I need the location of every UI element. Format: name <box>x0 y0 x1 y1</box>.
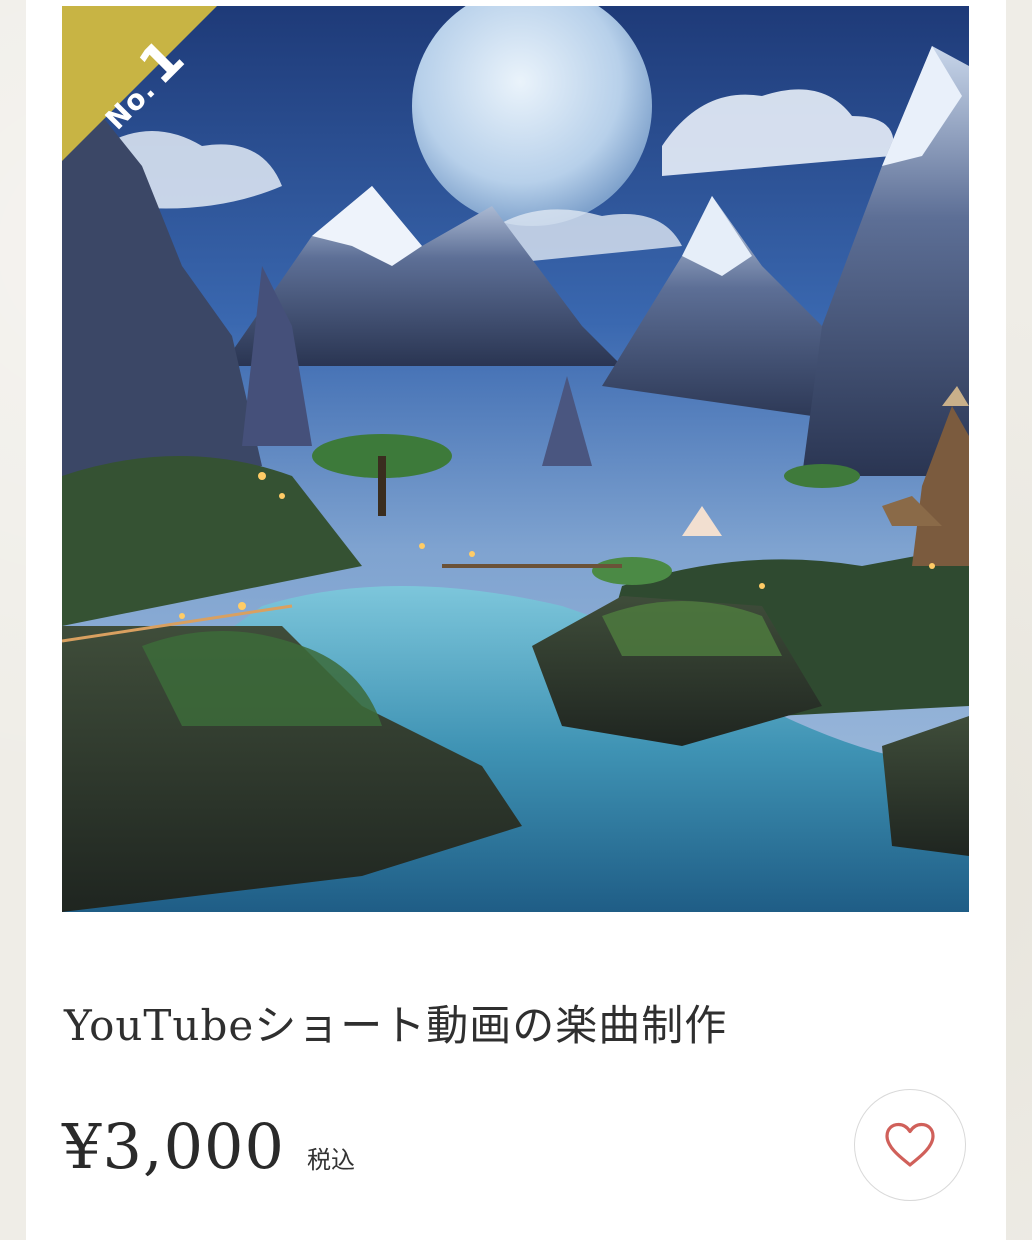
product-title[interactable]: YouTubeショート動画の楽曲制作 <box>64 992 727 1053</box>
product-price: ¥3,000 <box>62 1110 285 1183</box>
product-image[interactable]: No.1 <box>62 6 969 912</box>
product-card[interactable]: No.1 YouTubeショート動画の楽曲制作 ¥3,000 税込 <box>26 0 1006 1240</box>
price-row: ¥3,000 税込 <box>62 1110 355 1183</box>
heart-icon <box>885 1122 935 1167</box>
tax-label: 税込 <box>306 1146 355 1174</box>
favorite-button[interactable] <box>854 1089 966 1201</box>
